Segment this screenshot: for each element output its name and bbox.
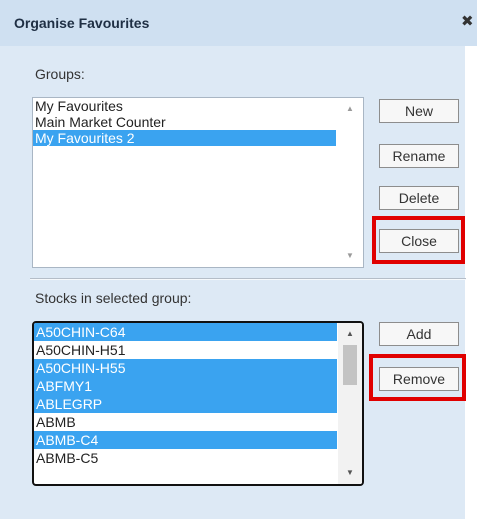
groups-scrollbar[interactable]: ▲ ▼ xyxy=(337,98,363,267)
scroll-down-icon[interactable]: ▼ xyxy=(338,467,362,479)
close-button-highlight xyxy=(372,216,465,264)
dialog-title: Organise Favourites xyxy=(14,15,150,31)
group-list-item[interactable]: Main Market Counter xyxy=(33,114,336,130)
delete-group-button[interactable]: Delete xyxy=(379,186,459,210)
stocks-label: Stocks in selected group: xyxy=(35,290,192,306)
stocks-list[interactable]: A50CHIN-C64 A50CHIN-H51 A50CHIN-H55 ABFMY1 A… xyxy=(32,321,364,486)
scroll-up-icon[interactable]: ▲ xyxy=(337,103,363,115)
groups-list-items: My Favourites Main Market Counter My Favou… xyxy=(33,98,336,146)
scrollbar-thumb[interactable] xyxy=(343,345,357,385)
new-group-button[interactable]: New xyxy=(379,99,459,123)
section-divider xyxy=(30,278,466,280)
close-icon[interactable]: ✖ xyxy=(461,12,477,30)
stock-list-item[interactable]: ABMB xyxy=(34,413,337,431)
stocks-list-items: A50CHIN-C64 A50CHIN-H51 A50CHIN-H55 ABFMY1 A… xyxy=(34,323,337,467)
remove-button-highlight xyxy=(369,354,466,401)
stock-list-item[interactable]: ABFMY1 xyxy=(34,377,337,395)
scroll-down-icon[interactable]: ▼ xyxy=(337,250,363,262)
add-stock-button[interactable]: Add xyxy=(379,322,459,346)
stock-list-item[interactable]: A50CHIN-H51 xyxy=(34,341,337,359)
group-list-item[interactable]: My Favourites xyxy=(33,98,336,114)
stock-list-item[interactable]: ABMB-C5 xyxy=(34,449,337,467)
dialog-titlebar: Organise Favourites ✖ xyxy=(0,0,477,46)
stock-list-item[interactable]: ABMB-C4 xyxy=(34,431,337,449)
stocks-scrollbar[interactable]: ▲ ▼ xyxy=(338,323,362,484)
organise-favourites-dialog: Organise Favourites ✖ Groups: My Favouri… xyxy=(0,0,477,519)
group-list-item[interactable]: My Favourites 2 xyxy=(33,130,336,146)
stock-list-item[interactable]: A50CHIN-H55 xyxy=(34,359,337,377)
scroll-up-icon[interactable]: ▲ xyxy=(338,328,362,340)
groups-label: Groups: xyxy=(35,66,85,82)
stock-list-item[interactable]: ABLEGRP xyxy=(34,395,337,413)
groups-list[interactable]: My Favourites Main Market Counter My Favou… xyxy=(32,97,364,268)
stock-list-item[interactable]: A50CHIN-C64 xyxy=(34,323,337,341)
rename-group-button[interactable]: Rename xyxy=(379,144,459,168)
